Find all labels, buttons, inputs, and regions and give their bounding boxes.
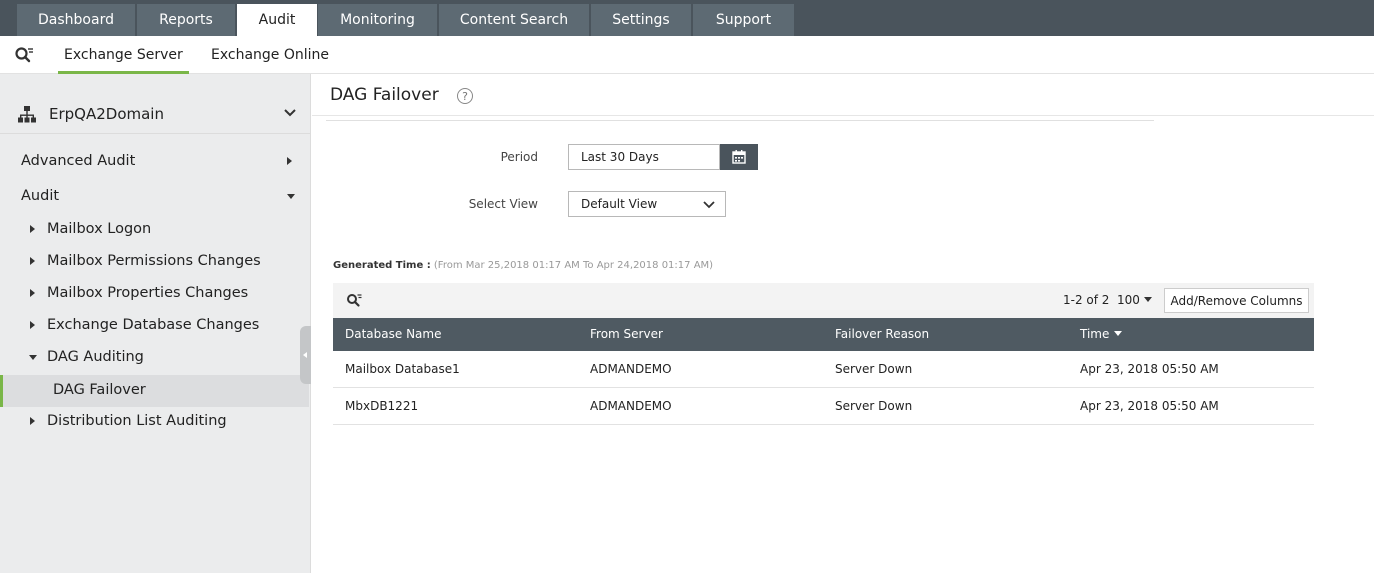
tab-monitoring[interactable]: Monitoring bbox=[318, 4, 437, 36]
sidebar-item-dag-failover[interactable]: DAG Failover bbox=[0, 375, 309, 407]
column-header-database-name[interactable]: Database Name bbox=[345, 327, 441, 341]
sidebar: ErpQA2Domain Advanced Audit Audit Mailbo… bbox=[0, 74, 311, 573]
sidebar-item-label: Advanced Audit bbox=[21, 153, 136, 169]
tab-settings[interactable]: Settings bbox=[591, 4, 691, 36]
tab-reports[interactable]: Reports bbox=[137, 4, 235, 36]
cell-failover-reason: Server Down bbox=[835, 362, 913, 376]
table-header: Database Name From Server Failover Reaso… bbox=[333, 318, 1314, 351]
domain-name: ErpQA2Domain bbox=[49, 105, 164, 123]
period-input[interactable]: Last 30 Days bbox=[568, 144, 720, 170]
sidebar-item-label: DAG Auditing bbox=[47, 349, 144, 365]
chevron-down-icon[interactable] bbox=[283, 108, 297, 118]
tab-content-search[interactable]: Content Search bbox=[439, 4, 589, 36]
sidebar-collapse-handle[interactable] bbox=[300, 326, 311, 384]
form-divider bbox=[326, 120, 1154, 121]
sidebar-item-mailbox-properties-changes[interactable]: Mailbox Properties Changes bbox=[0, 279, 309, 309]
generated-time: Generated Time : (From Mar 25,2018 01:17… bbox=[333, 260, 713, 271]
column-header-time[interactable]: Time bbox=[1080, 327, 1123, 341]
column-header-failover-reason[interactable]: Failover Reason bbox=[835, 327, 929, 341]
sidebar-item-label: DAG Failover bbox=[53, 382, 146, 398]
cell-time: Apr 23, 2018 05:50 AM bbox=[1080, 362, 1219, 376]
expand-right-icon bbox=[30, 257, 35, 265]
subtab-exchange-server[interactable]: Exchange Server bbox=[58, 36, 189, 74]
sidebar-item-label: Audit bbox=[21, 188, 60, 204]
per-page-select[interactable]: 100 bbox=[1117, 293, 1152, 307]
cell-time: Apr 23, 2018 05:50 AM bbox=[1080, 399, 1219, 413]
column-header-time-label: Time bbox=[1080, 327, 1110, 341]
main-content: DAG Failover ? Period Last 30 Days Selec… bbox=[312, 74, 1374, 573]
sub-navigation: Exchange Server Exchange Online bbox=[0, 36, 1374, 74]
view-select-value: Default View bbox=[581, 197, 658, 211]
subtab-exchange-online[interactable]: Exchange Online bbox=[211, 36, 329, 74]
table-row[interactable]: Mailbox Database1 ADMANDEMO Server Down … bbox=[333, 351, 1314, 388]
view-select[interactable]: Default View bbox=[568, 191, 726, 217]
sidebar-item-exchange-database-changes[interactable]: Exchange Database Changes bbox=[0, 311, 309, 341]
title-divider bbox=[312, 115, 1374, 116]
sidebar-item-distribution-list-auditing[interactable]: Distribution List Auditing bbox=[0, 407, 309, 437]
pagination-info: 1-2 of 2 bbox=[1063, 293, 1110, 307]
caret-down-icon bbox=[287, 194, 295, 199]
generated-time-label: Generated Time : bbox=[333, 260, 431, 271]
calendar-button[interactable] bbox=[720, 144, 758, 170]
period-label: Period bbox=[500, 150, 538, 164]
cell-from-server: ADMANDEMO bbox=[590, 362, 672, 376]
tab-audit[interactable]: Audit bbox=[237, 4, 317, 36]
sidebar-item-advanced-audit[interactable]: Advanced Audit bbox=[0, 147, 309, 177]
add-remove-columns-button[interactable]: Add/Remove Columns bbox=[1164, 288, 1309, 313]
expand-right-icon bbox=[30, 289, 35, 297]
search-filter-icon[interactable] bbox=[14, 46, 34, 64]
table-search-icon[interactable] bbox=[346, 293, 362, 309]
help-icon[interactable]: ? bbox=[457, 88, 473, 104]
column-header-from-server[interactable]: From Server bbox=[590, 327, 663, 341]
report-table: Database Name From Server Failover Reaso… bbox=[333, 318, 1314, 425]
expand-right-icon bbox=[30, 417, 35, 425]
sort-descending-icon bbox=[1114, 331, 1123, 336]
cell-database-name: Mailbox Database1 bbox=[345, 362, 460, 376]
sidebar-item-audit[interactable]: Audit bbox=[0, 182, 309, 212]
table-row[interactable]: MbxDB1221 ADMANDEMO Server Down Apr 23, … bbox=[333, 388, 1314, 425]
cell-database-name: MbxDB1221 bbox=[345, 399, 419, 413]
expand-right-icon bbox=[30, 225, 35, 233]
select-view-label: Select View bbox=[468, 197, 538, 211]
sidebar-item-label: Distribution List Auditing bbox=[47, 413, 227, 429]
generated-time-range: (From Mar 25,2018 01:17 AM To Apr 24,201… bbox=[433, 260, 714, 271]
sidebar-item-mailbox-permissions-changes[interactable]: Mailbox Permissions Changes bbox=[0, 247, 309, 277]
chevron-down-icon bbox=[703, 201, 715, 209]
sidebar-item-dag-auditing[interactable]: DAG Auditing bbox=[0, 343, 309, 373]
expand-right-icon bbox=[30, 321, 35, 329]
network-tree-icon bbox=[18, 106, 36, 123]
page-title: DAG Failover bbox=[330, 85, 439, 105]
sidebar-item-label: Mailbox Permissions Changes bbox=[47, 253, 261, 269]
sidebar-item-label: Exchange Database Changes bbox=[47, 317, 260, 333]
sidebar-item-mailbox-logon[interactable]: Mailbox Logon bbox=[0, 215, 309, 245]
sidebar-item-label: Mailbox Properties Changes bbox=[47, 285, 249, 301]
domain-selector[interactable]: ErpQA2Domain bbox=[0, 96, 311, 134]
cell-from-server: ADMANDEMO bbox=[590, 399, 672, 413]
expand-down-icon bbox=[29, 355, 37, 360]
sidebar-item-label: Mailbox Logon bbox=[47, 221, 152, 237]
caret-right-icon bbox=[287, 157, 292, 165]
top-navigation: Dashboard Reports Audit Monitoring Conte… bbox=[0, 0, 1374, 36]
calendar-icon bbox=[732, 150, 746, 164]
tab-support[interactable]: Support bbox=[693, 4, 794, 36]
cell-failover-reason: Server Down bbox=[835, 399, 913, 413]
tab-dashboard[interactable]: Dashboard bbox=[17, 4, 135, 36]
table-toolbar: 1-2 of 2 100 Add/Remove Columns bbox=[333, 283, 1314, 318]
